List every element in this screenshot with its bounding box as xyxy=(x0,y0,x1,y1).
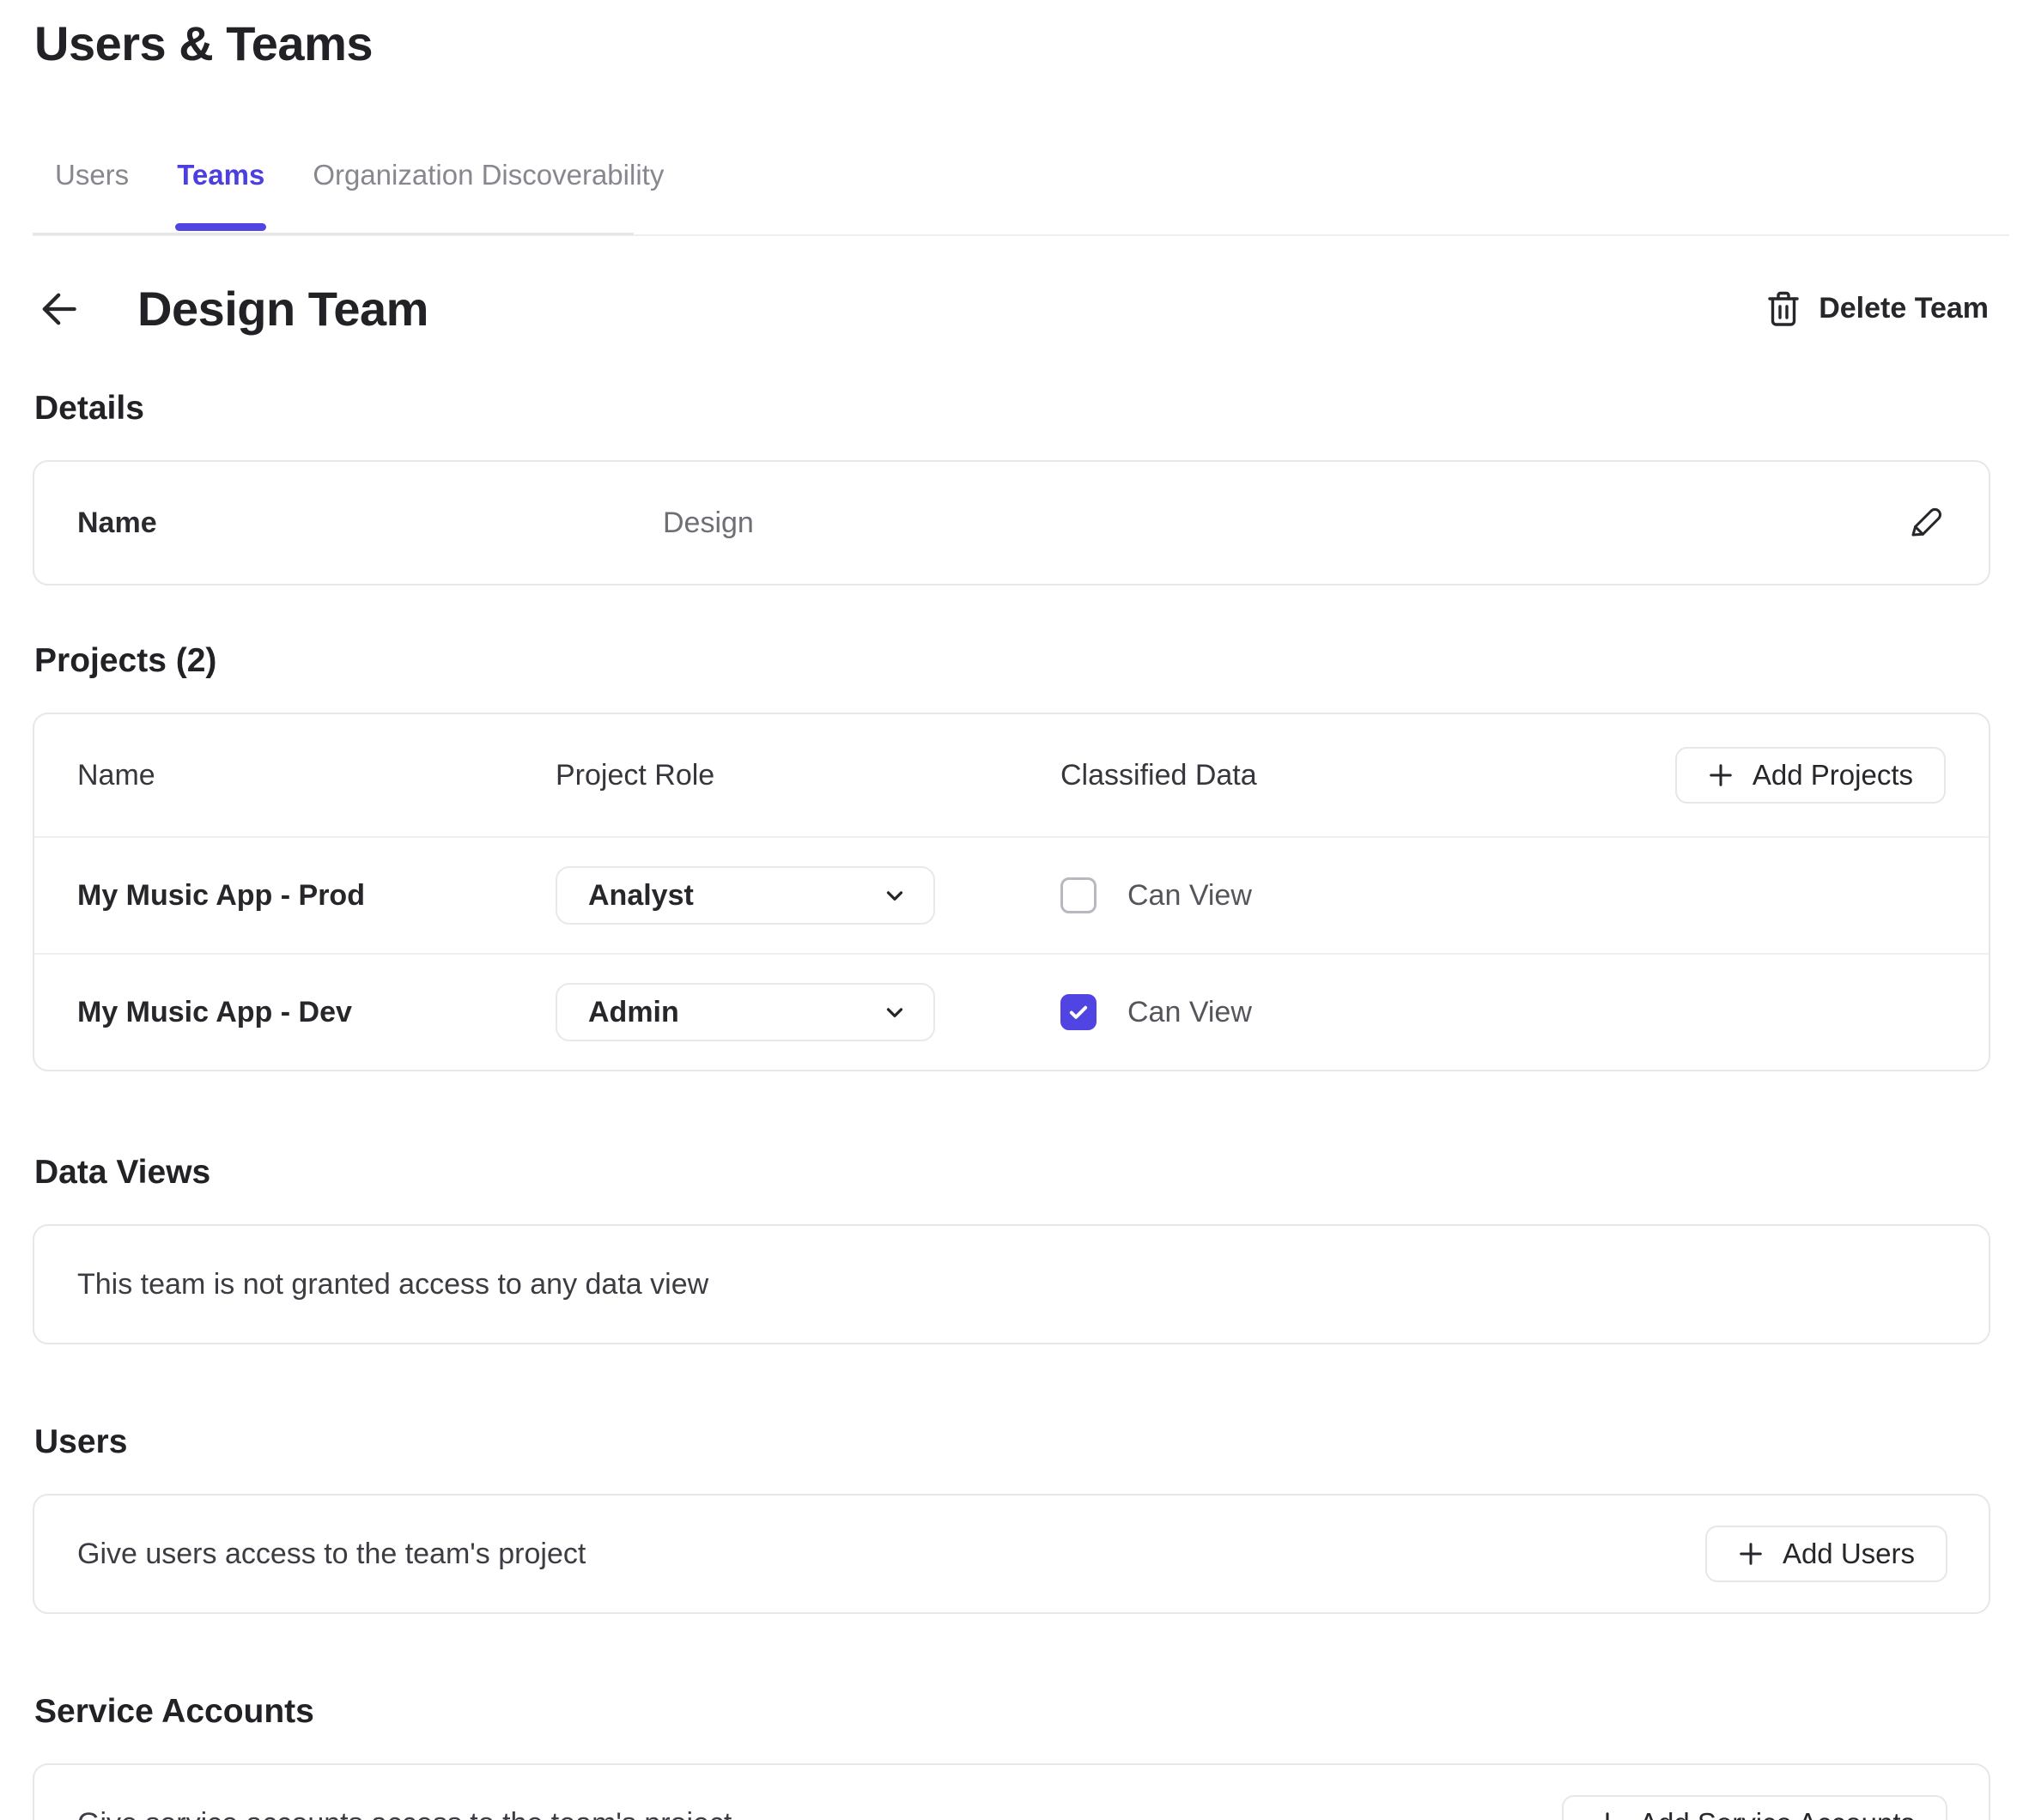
users-card: Give users access to the team's project … xyxy=(33,1494,1990,1614)
data-views-empty-text: This team is not granted access to any d… xyxy=(77,1268,708,1301)
data-views-heading: Data Views xyxy=(34,1154,2023,1192)
back-button[interactable] xyxy=(34,285,89,333)
details-heading: Details xyxy=(34,390,2023,428)
column-header-project-role: Project Role xyxy=(556,759,1060,792)
service-accounts-description: Give service accounts access to the team… xyxy=(77,1807,1562,1820)
add-service-accounts-label: Add Service Accounts xyxy=(1639,1807,1915,1820)
project-name: My Music App - Dev xyxy=(77,996,556,1029)
team-header: Design Team Delete Team xyxy=(34,281,1989,337)
project-role-select[interactable]: Admin xyxy=(556,983,935,1041)
add-projects-button[interactable]: Add Projects xyxy=(1675,747,1946,804)
projects-heading: Projects (2) xyxy=(34,642,2023,680)
delete-team-label: Delete Team xyxy=(1819,292,1989,325)
can-view-checkbox[interactable] xyxy=(1060,994,1097,1030)
users-description: Give users access to the team's project xyxy=(77,1538,1705,1571)
table-row: My Music App - Prod Analyst C xyxy=(34,836,1989,953)
arrow-left-icon xyxy=(34,287,79,331)
can-view-label: Can View xyxy=(1127,996,1252,1029)
add-service-accounts-button[interactable]: Add Service Accounts xyxy=(1562,1795,1947,1820)
tab-organization-discoverability[interactable]: Organization Discoverability xyxy=(313,159,664,231)
edit-name-button[interactable] xyxy=(1905,502,1946,543)
details-card: Name Design xyxy=(33,460,1990,585)
tab-bar-border xyxy=(33,233,634,235)
trash-icon xyxy=(1765,290,1801,328)
project-role-value: Admin xyxy=(588,996,882,1029)
plus-icon xyxy=(1595,1811,1620,1820)
team-title: Design Team xyxy=(137,281,428,337)
project-role-value: Analyst xyxy=(588,879,882,913)
chevron-down-icon xyxy=(882,999,908,1025)
table-row: My Music App - Dev Admin Can xyxy=(34,953,1989,1070)
tab-teams[interactable]: Teams xyxy=(177,159,264,231)
add-projects-label: Add Projects xyxy=(1753,759,1913,792)
chevron-down-icon xyxy=(882,883,908,908)
plus-icon xyxy=(1708,762,1734,788)
service-accounts-heading: Service Accounts xyxy=(34,1693,2023,1731)
check-icon xyxy=(1066,1000,1090,1024)
users-teams-page: Users & Teams Users Teams Organization D… xyxy=(0,15,2023,1820)
project-name: My Music App - Prod xyxy=(77,879,556,913)
column-header-name: Name xyxy=(77,759,556,792)
name-value: Design xyxy=(663,507,1905,540)
projects-table: Name Project Role Classified Data Add Pr… xyxy=(33,713,1990,1071)
projects-table-header: Name Project Role Classified Data Add Pr… xyxy=(34,714,1989,836)
page-title: Users & Teams xyxy=(34,15,2023,71)
name-label: Name xyxy=(77,507,663,540)
column-header-classified-data: Classified Data xyxy=(1060,759,1675,792)
plus-icon xyxy=(1738,1541,1764,1567)
project-role-select[interactable]: Analyst xyxy=(556,866,935,925)
add-users-label: Add Users xyxy=(1783,1538,1915,1570)
can-view-label: Can View xyxy=(1127,879,1252,913)
tab-bar: Users Teams Organization Discoverability xyxy=(0,159,2023,236)
delete-team-button[interactable]: Delete Team xyxy=(1765,290,1989,328)
can-view-checkbox[interactable] xyxy=(1060,877,1097,913)
service-accounts-card: Give service accounts access to the team… xyxy=(33,1763,1990,1820)
tab-users[interactable]: Users xyxy=(55,159,129,231)
pencil-icon xyxy=(1906,504,1944,542)
data-views-card: This team is not granted access to any d… xyxy=(33,1224,1990,1344)
users-heading: Users xyxy=(34,1423,2023,1461)
add-users-button[interactable]: Add Users xyxy=(1705,1526,1947,1582)
